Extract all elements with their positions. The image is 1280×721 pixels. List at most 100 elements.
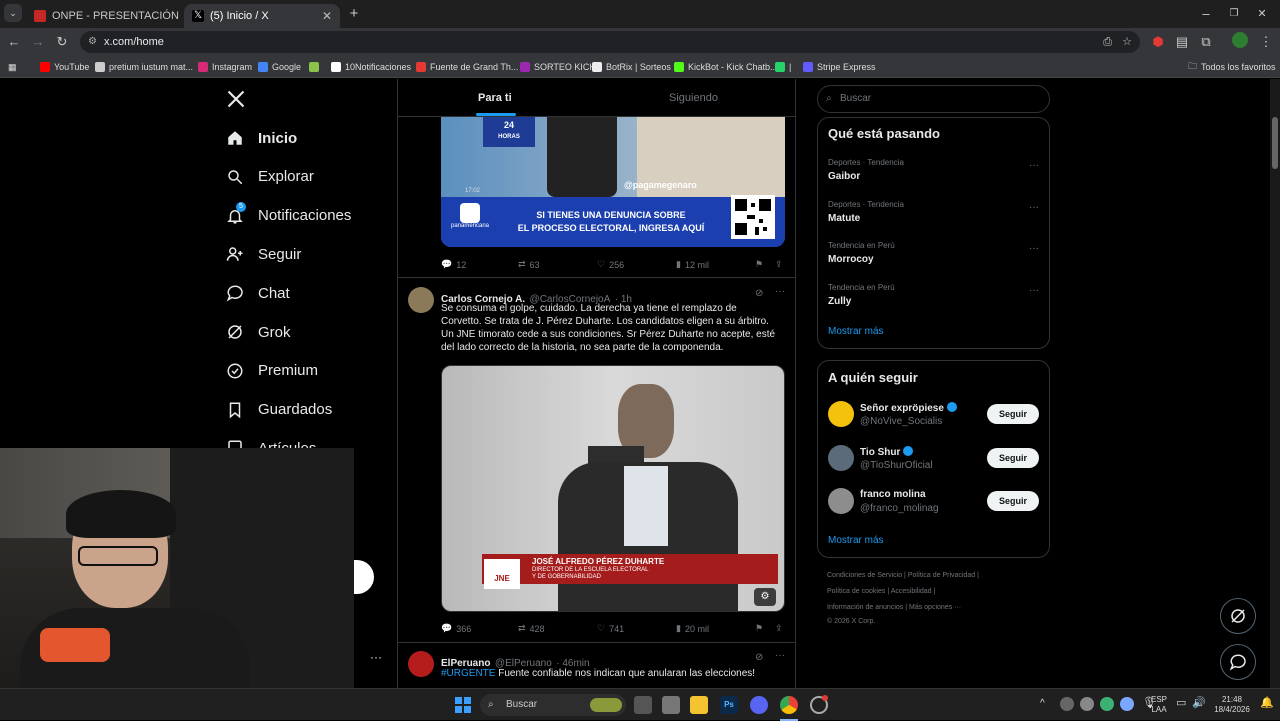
all-bookmarks-folder[interactable]: 🗀 Todos los favoritos [1188,59,1276,75]
trend-topic[interactable]: Matute [828,213,860,224]
discord-icon[interactable] [750,696,768,714]
taskbar-search[interactable]: ⌕ Buscar [480,694,626,716]
tray-overflow-icon[interactable]: ^ [1040,699,1045,709]
bookmark-item[interactable]: 10Notificaciones [331,59,411,75]
sidebar-item-chat[interactable]: Chat [226,281,290,305]
sidebar-item-grok[interactable]: Grok [226,320,291,344]
follow-name[interactable]: Señor expröpiese [860,402,957,414]
profile-avatar[interactable] [1232,32,1248,48]
sidebar-item-inicio[interactable]: Inicio [226,126,297,150]
show-more-follow-link[interactable]: Mostrar más [828,535,884,546]
sidebar-item-notificaciones[interactable]: 5 Notificaciones [226,201,351,228]
trend-more-icon[interactable]: ··· [1029,160,1039,171]
network-icon[interactable]: ▭ [1176,698,1186,709]
video-settings-icon[interactable]: ⚙ [754,588,776,606]
follow-name[interactable]: Tio Shur [860,445,914,458]
bookmark-item[interactable]: | [775,59,791,75]
x-logo-icon[interactable] [226,89,246,109]
volume-icon[interactable]: 🔊 [1192,698,1206,709]
sidebar-item-explorar[interactable]: Explorar [226,165,314,189]
tray-icon[interactable] [1100,697,1114,711]
tab-x-home[interactable]: 𝕏 (5) Inicio / X ✕ [184,4,340,28]
repost-button[interactable]: ⇄ 63 [518,259,540,270]
bookmark-star-icon[interactable]: ☆ [1122,31,1132,53]
tab-para-ti[interactable]: Para ti [478,92,512,104]
hashtag-link[interactable]: #URGENTE [441,668,495,679]
follow-handle[interactable]: @NoVive_Socialis [860,416,942,427]
show-more-trends-link[interactable]: Mostrar más [828,326,884,337]
tab-search-icon[interactable]: ⌄ [4,4,22,22]
apps-grid-icon[interactable]: ▦ [8,59,17,75]
tweet-more-icon[interactable]: ··· [775,650,785,661]
chat-fab-button[interactable] [1220,644,1256,680]
trend-more-icon[interactable]: ··· [1029,243,1039,254]
clock[interactable]: 21:48 18/4/2026 [1212,695,1252,715]
extensions-puzzle-icon[interactable]: ⧉ [1196,32,1216,52]
trend-topic[interactable]: Gaibor [828,171,860,182]
avatar[interactable] [408,287,434,313]
sidebar-item-premium[interactable]: Premium [226,359,318,383]
trend-topic[interactable]: Morrocoy [828,254,874,265]
follow-handle[interactable]: @franco_molinag [860,503,939,514]
tweet-more-icon[interactable]: ··· [775,286,785,297]
forward-icon[interactable]: → [28,32,48,52]
trend-more-icon[interactable]: ··· [1029,285,1039,296]
notifications-bell-icon[interactable]: 🔔 [1260,698,1274,709]
like-button[interactable]: ♡ 256 [597,259,624,270]
post-button-fragment[interactable] [354,560,374,594]
avatar[interactable] [828,444,854,471]
windows-start-icon[interactable] [454,696,472,714]
tray-icon[interactable] [1060,697,1074,711]
more-account-icon[interactable]: ··· [370,650,382,664]
file-explorer-icon[interactable] [690,696,708,714]
address-bar[interactable]: ⚙ x.com/home ⎙ ☆ [80,31,1140,53]
share-icon[interactable]: ⇪ [775,623,783,634]
extension-icon[interactable]: ▤ [1172,32,1192,52]
avatar[interactable] [408,651,434,677]
app-icon[interactable] [662,696,680,714]
share-icon[interactable]: ⇪ [775,259,783,270]
reply-button[interactable]: 💬 366 [441,623,471,634]
page-scrollbar[interactable] [1270,79,1280,688]
chrome-icon[interactable] [780,696,798,714]
install-app-icon[interactable]: ⎙ [1103,31,1112,53]
restore-icon[interactable]: ❐ [1224,4,1244,24]
search-input[interactable]: ⌕ Buscar [817,85,1050,113]
trend-more-icon[interactable]: ··· [1029,202,1039,213]
follow-name[interactable]: franco molina [860,489,926,500]
bookmark-item[interactable]: Stripe Express [803,59,876,75]
reload-icon[interactable]: ↻ [52,32,72,52]
language-indicator[interactable]: ESP LAA [1148,695,1170,715]
follow-button[interactable]: Seguir [987,491,1039,511]
tray-icon[interactable] [1120,697,1134,711]
bookmark-item[interactable]: SORTEO KICK [520,59,595,75]
sidebar-item-seguir[interactable]: Seguir [226,242,301,266]
tab-siguiendo[interactable]: Siguiendo [669,92,718,104]
tab-onpe[interactable]: ONPE - PRESENTACIÓN DE RES ✕ [26,4,182,28]
bookmark-item[interactable]: pretium iustum mat... [95,59,193,75]
reply-button[interactable]: 💬 12 [441,259,466,270]
trend-topic[interactable]: Zully [828,296,851,307]
scrollbar-thumb[interactable] [1272,117,1278,169]
menu-kebab-icon[interactable]: ⋮ [1256,32,1276,52]
new-tab-icon[interactable]: + [344,4,364,24]
views-button[interactable]: ▮ 20 mil [676,623,709,634]
bookmark-item[interactable]: YouTube [40,59,89,75]
close-tab-icon[interactable]: ✕ [322,9,332,23]
tray-icon[interactable] [1080,697,1094,711]
back-icon[interactable]: ← [4,32,24,52]
follow-button[interactable]: Seguir [987,447,1039,468]
bookmark-item[interactable] [309,59,323,75]
window-close-icon[interactable]: ✕ [1252,4,1272,24]
bookmark-icon[interactable]: ⚑ [755,259,763,270]
minimize-icon[interactable]: – [1196,4,1216,24]
bookmark-item[interactable]: Google [258,59,301,75]
like-button[interactable]: ♡ 741 [597,623,624,634]
avatar[interactable] [828,488,854,514]
bookmark-item[interactable]: Fuente de Grand Th... [416,59,518,75]
follow-button[interactable]: Seguir [987,404,1039,424]
photoshop-icon[interactable]: Ps [720,696,738,714]
site-info-icon[interactable]: ⚙ [88,31,97,53]
bookmark-item[interactable]: Instagram [198,59,252,75]
tweet-video[interactable]: JOSÉ ALFREDO PÉREZ DUHARTE DIRECTOR DE L… [441,365,785,612]
